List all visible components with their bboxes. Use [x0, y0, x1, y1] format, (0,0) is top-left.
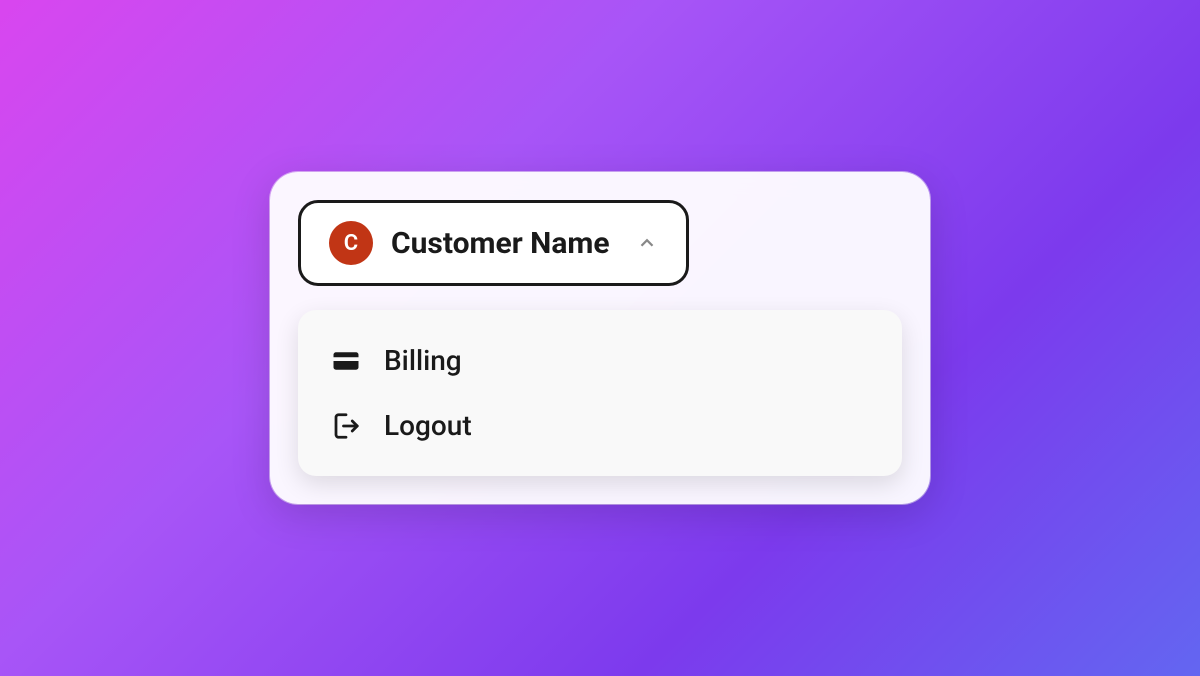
menu-item-label: Logout: [384, 409, 472, 442]
profile-name: Customer Name: [391, 226, 610, 261]
profile-toggle-button[interactable]: C Customer Name: [298, 200, 689, 286]
menu-item-billing[interactable]: Billing: [308, 328, 892, 393]
avatar-initial: C: [344, 231, 358, 256]
menu-item-logout[interactable]: Logout: [308, 393, 892, 458]
avatar: C: [329, 221, 373, 265]
logout-icon: [330, 410, 362, 442]
menu-item-label: Billing: [384, 344, 462, 377]
profile-dropdown-card: C Customer Name Billing: [270, 172, 930, 504]
dropdown-menu: Billing Logout: [298, 310, 902, 476]
chevron-up-icon: [636, 232, 658, 254]
credit-card-icon: [330, 345, 362, 377]
